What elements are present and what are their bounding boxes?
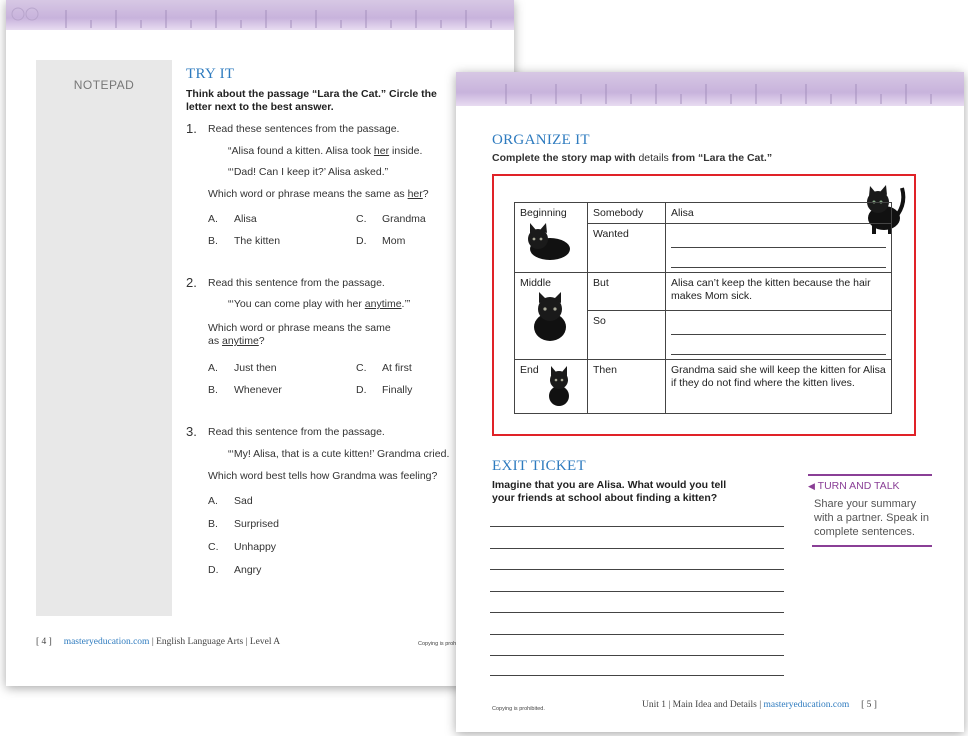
turn-and-talk-body: Share your summary with a partner. Speak…	[814, 498, 929, 538]
story-label-somebody: Somebody	[587, 202, 666, 224]
arrow-left-icon: ◀	[808, 481, 815, 491]
answer-line[interactable]	[490, 634, 784, 635]
kitten-photo-icon	[548, 366, 569, 406]
story-map-box: Beginning Somebody Alisa Wanted Middle B…	[492, 174, 916, 436]
ruler-header	[456, 72, 964, 106]
question-2-number: 2.	[186, 275, 197, 290]
question-1-prompt: Read these sentences from the passage.	[208, 123, 400, 135]
choice-text[interactable]: The kitten	[234, 235, 280, 247]
story-label-so: So	[587, 310, 666, 360]
choice-letter[interactable]: C.	[356, 213, 367, 225]
organize-it-title: ORGANIZE IT	[492, 132, 590, 148]
choice-letter[interactable]: C.	[356, 362, 367, 374]
choice-letter[interactable]: D.	[356, 384, 367, 396]
choice-letter[interactable]: B.	[208, 235, 218, 247]
copy-notice: Copying is prohibited.	[492, 706, 545, 712]
try-it-instruction-2: letter next to the best answer.	[186, 101, 334, 113]
kitten-photo-icon	[534, 292, 566, 341]
choice-text[interactable]: Unhappy	[234, 541, 276, 553]
choice-text[interactable]: Finally	[382, 384, 412, 396]
question-1-quote-1: “Alisa found a kitten. Alisa took her in…	[228, 145, 423, 157]
question-1-ask: Which word or phrase means the same as h…	[208, 188, 429, 200]
choice-text[interactable]: Whenever	[234, 384, 282, 396]
question-2-quote: “‘You can come play with her anytime.’”	[228, 298, 411, 310]
choice-letter[interactable]: B.	[208, 384, 218, 396]
choice-letter[interactable]: A.	[208, 495, 218, 507]
choice-letter[interactable]: D.	[208, 564, 219, 576]
question-1-number: 1.	[186, 121, 197, 136]
notepad-panel: NOTEPAD	[36, 60, 172, 616]
right-footer: Unit 1 | Main Idea and Details | mastery…	[642, 700, 877, 710]
answer-line[interactable]	[490, 591, 784, 592]
question-3-ask: Which word best tells how Grandma was fe…	[208, 470, 438, 482]
choice-text[interactable]: Surprised	[234, 518, 279, 530]
turn-and-talk-heading: ◀ TURN AND TALK	[808, 480, 900, 492]
turn-and-talk-box: ◀ TURN AND TALK Share your summary with …	[808, 474, 932, 547]
page-number: [ 5 ]	[861, 700, 877, 710]
story-map-table: Beginning Somebody Alisa Wanted Middle B…	[514, 202, 892, 414]
kitten-photo-icon	[528, 223, 570, 260]
choice-letter[interactable]: A.	[208, 213, 218, 225]
site-link[interactable]: masteryeducation.com	[64, 637, 150, 647]
try-it-title: TRY IT	[186, 66, 235, 82]
answer-line[interactable]	[490, 675, 784, 676]
choice-letter[interactable]: A.	[208, 362, 218, 374]
story-part-middle: Middle	[514, 272, 588, 360]
story-answer-wanted[interactable]	[665, 223, 892, 273]
question-3-prompt: Read this sentence from the passage.	[208, 426, 385, 438]
story-label-then: Then	[587, 359, 666, 414]
story-part-beginning: Beginning	[514, 202, 588, 273]
choice-text[interactable]: Mom	[382, 235, 405, 247]
left-page: NOTEPAD TRY IT Think about the passage “…	[6, 0, 514, 686]
story-part-end: End	[514, 359, 588, 414]
turn-and-talk-bottom-rule	[812, 545, 932, 547]
story-answer-so[interactable]	[665, 310, 892, 360]
question-1-quote-2: “‘Dad! Can I keep it?’ Alisa asked.”	[228, 166, 389, 178]
organize-instruction: Complete the story map with details from…	[492, 152, 773, 164]
answer-line[interactable]	[490, 548, 784, 549]
ruler-ticks	[11, 7, 492, 28]
question-3-number: 3.	[186, 424, 197, 439]
answer-line[interactable]	[490, 526, 784, 527]
left-footer: [ 4 ] masteryeducation.com | English Lan…	[36, 637, 281, 647]
story-text-then[interactable]: Grandma said she will keep the kitten fo…	[665, 359, 892, 414]
question-2-ask-2: as anytime?	[208, 335, 265, 347]
exit-ticket-question-1: Imagine that you are Alisa. What would y…	[492, 479, 727, 491]
answer-line[interactable]	[490, 655, 784, 656]
exit-ticket-title: EXIT TICKET	[492, 458, 586, 474]
answer-line[interactable]	[490, 569, 784, 570]
ruler-header	[6, 0, 514, 30]
question-3-quote: “‘My! Alisa, that is a cute kitten!’ Gra…	[228, 448, 450, 460]
choice-letter[interactable]: B.	[208, 518, 218, 530]
exit-ticket-question-2: your friends at school about finding a k…	[492, 492, 718, 504]
choice-letter[interactable]: C.	[208, 541, 219, 553]
question-2-ask-1: Which word or phrase means the same	[208, 322, 391, 334]
choice-text[interactable]: Just then	[234, 362, 277, 374]
try-it-instruction-1: Think about the passage “Lara the Cat.” …	[186, 88, 437, 100]
question-2-prompt: Read this sentence from the passage.	[208, 277, 385, 289]
right-page: ORGANIZE IT Complete the story map with …	[456, 72, 964, 732]
turn-and-talk-top-rule	[808, 474, 932, 476]
story-text-but[interactable]: Alisa can’t keep the kitten because the …	[665, 272, 892, 311]
choice-letter[interactable]: D.	[356, 235, 367, 247]
choice-text[interactable]: Alisa	[234, 213, 257, 225]
page-number: [ 4 ]	[36, 637, 52, 647]
answer-line[interactable]	[490, 612, 784, 613]
story-label-wanted: Wanted	[587, 223, 666, 273]
story-label-but: But	[587, 272, 666, 311]
story-text-somebody[interactable]: Alisa	[665, 202, 892, 224]
notepad-label: NOTEPAD	[73, 78, 135, 92]
site-link[interactable]: masteryeducation.com	[763, 700, 849, 710]
choice-text[interactable]: At first	[382, 362, 412, 374]
choice-text[interactable]: Angry	[234, 564, 261, 576]
ruler-ticks	[505, 84, 932, 104]
choice-text[interactable]: Grandma	[382, 213, 426, 225]
choice-text[interactable]: Sad	[234, 495, 253, 507]
